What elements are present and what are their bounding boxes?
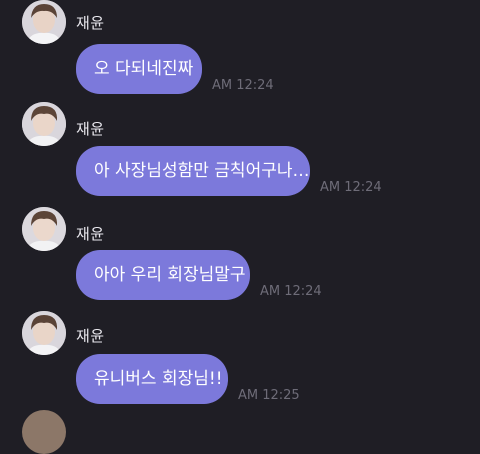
chat-log: 재윤 오 다되네진짜 AM 12:24 재윤 아 사장님성함만 금칙어구나… A… xyxy=(0,0,480,454)
chat-message: 재윤 유니버스 회장님!! AM 12:25 xyxy=(0,309,480,413)
avatar-photo-icon xyxy=(22,207,66,251)
avatar[interactable] xyxy=(22,207,66,251)
message-bubble[interactable]: 아아 우리 회장님말구 xyxy=(76,250,250,300)
message-bubble[interactable]: 오 다되네진짜 xyxy=(76,44,202,94)
message-time: AM 12:24 xyxy=(320,180,382,195)
message-time: AM 12:24 xyxy=(212,78,274,93)
avatar-photo-icon xyxy=(22,311,66,355)
chat-message: 재윤 아 사장님성함만 금칙어구나… AM 12:24 xyxy=(0,100,480,204)
avatar-partial xyxy=(22,410,66,454)
sender-name: 재윤 xyxy=(76,225,105,243)
message-bubble[interactable]: 유니버스 회장님!! xyxy=(76,354,228,404)
chat-message: 재윤 아아 우리 회장님말구 AM 12:24 xyxy=(0,205,480,309)
avatar[interactable] xyxy=(22,102,66,146)
avatar[interactable] xyxy=(22,0,66,44)
chat-message: 재윤 오 다되네진짜 AM 12:24 xyxy=(0,0,480,98)
sender-name: 재윤 xyxy=(76,120,105,138)
message-time: AM 12:24 xyxy=(260,284,322,299)
message-time: AM 12:25 xyxy=(238,388,300,403)
avatar-photo-icon xyxy=(22,0,66,44)
sender-name: 재윤 xyxy=(76,327,105,345)
avatar[interactable] xyxy=(22,311,66,355)
avatar-photo-icon xyxy=(22,102,66,146)
message-bubble[interactable]: 아 사장님성함만 금칙어구나… xyxy=(76,146,310,196)
sender-name: 재윤 xyxy=(76,14,105,32)
